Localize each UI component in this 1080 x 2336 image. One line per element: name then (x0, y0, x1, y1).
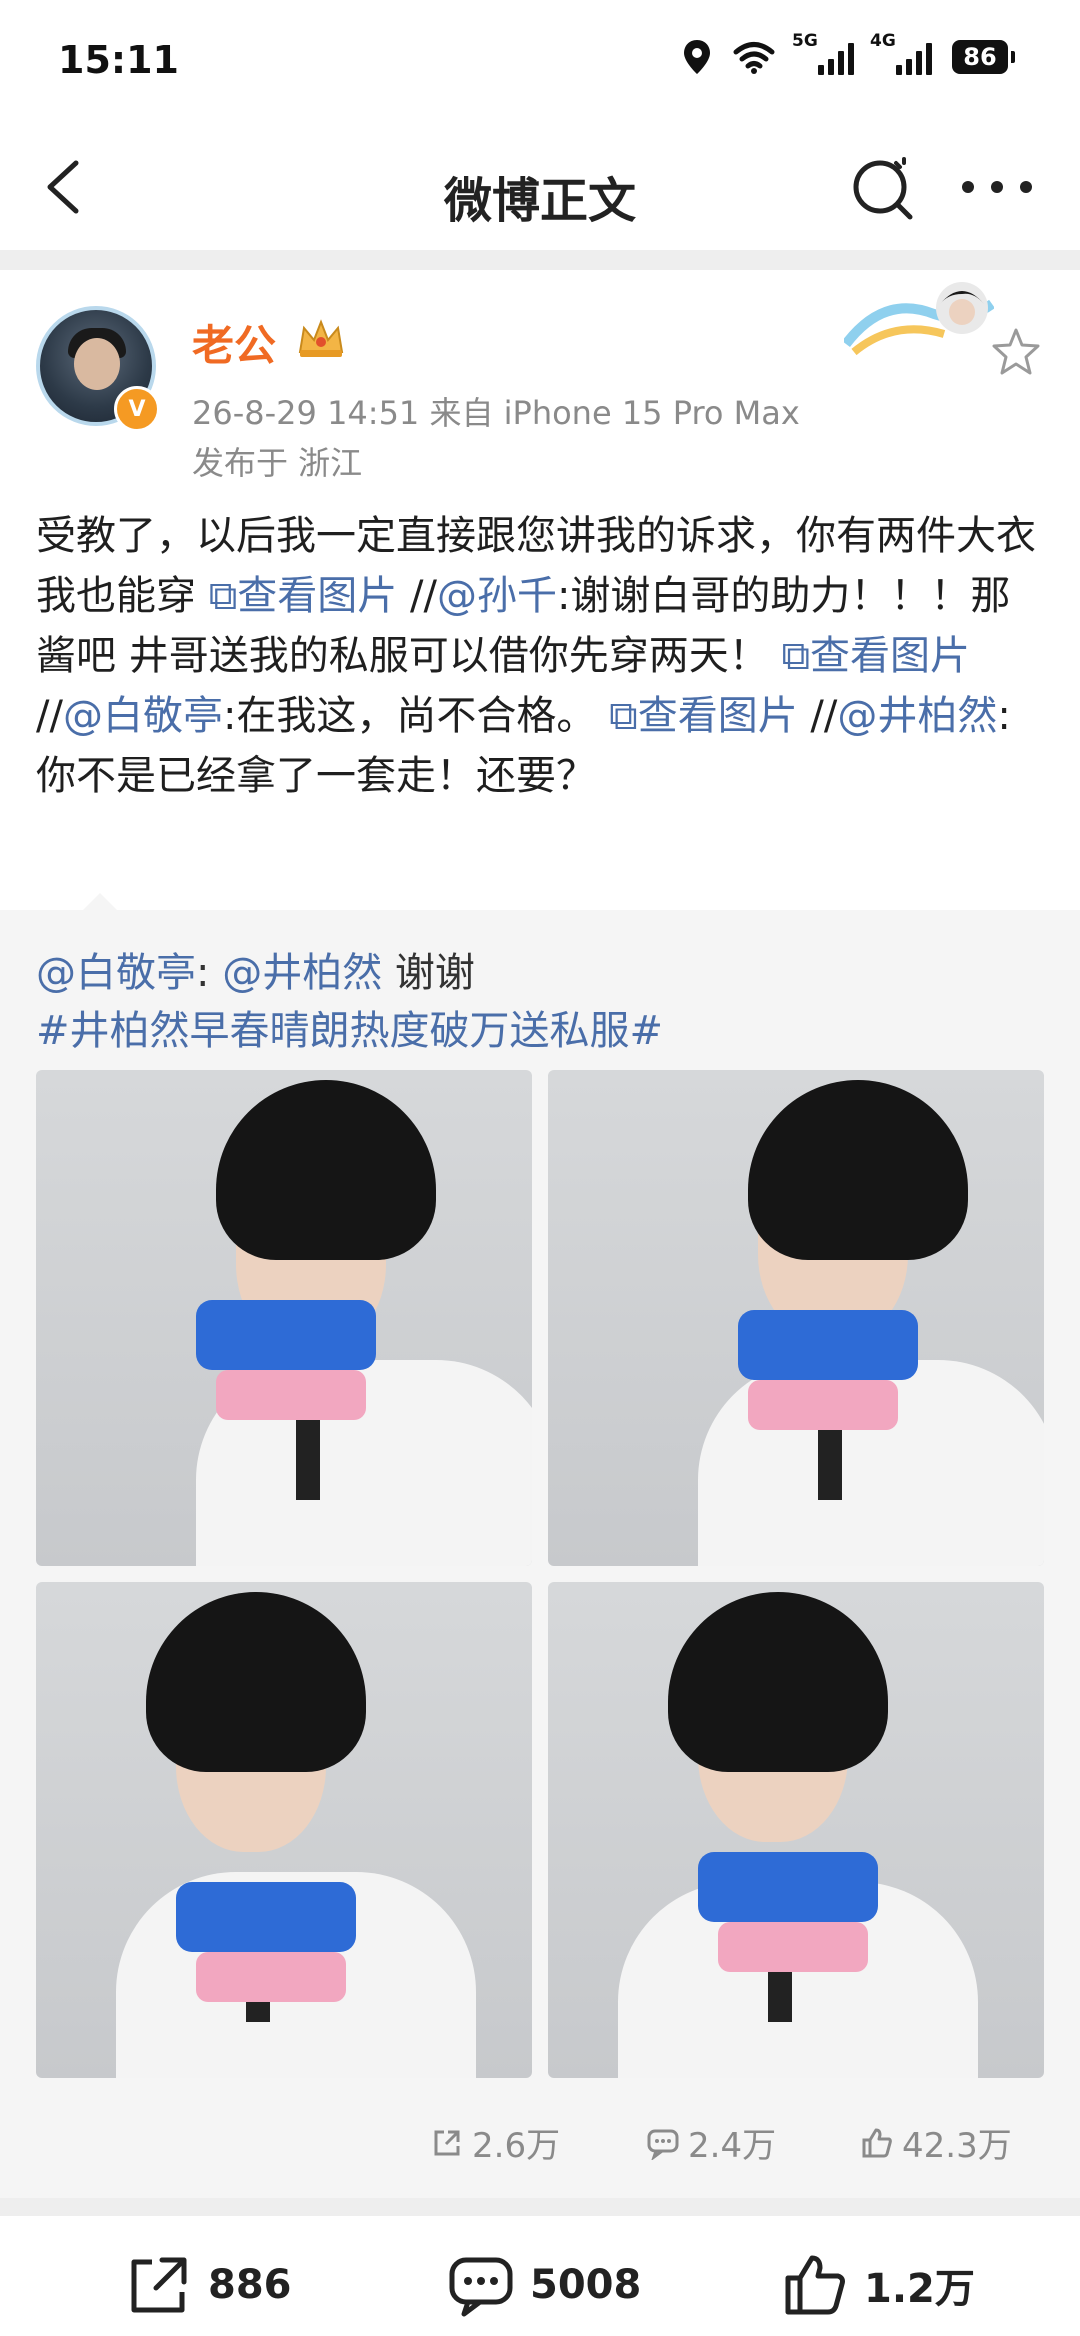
signal-5g-icon: 5G (792, 31, 854, 75)
post-card: V 老公 26-8-29 14:51 来自 iPhone 15 Pro Max … (0, 270, 1080, 910)
text-segment: // (797, 693, 838, 739)
mention-link[interactable]: @井柏然 (837, 693, 997, 739)
mention-link[interactable]: @井柏然 (222, 950, 382, 996)
repost-stat-likes[interactable]: 42.3万 (860, 2118, 1012, 2167)
divider (0, 2198, 1080, 2216)
like-icon (862, 2128, 892, 2157)
favorite-star-icon[interactable] (990, 326, 1042, 378)
view-image-link[interactable]: ⧉查看图片 (609, 693, 798, 739)
view-image-link[interactable]: ⧉查看图片 (209, 573, 398, 619)
mention-link[interactable]: @孙千 (437, 573, 557, 619)
nav-bar: 微博正文 (0, 125, 1080, 250)
signal-4g-label: 4G (870, 31, 896, 51)
photo-4[interactable] (548, 1582, 1044, 2078)
page-title: 微博正文 (443, 173, 636, 229)
likes-count: 42.3万 (902, 2126, 1012, 2166)
repost-body: 谢谢 (382, 950, 475, 996)
comments-count: 2.4万 (688, 2126, 777, 2166)
comment-icon (647, 2129, 679, 2160)
more-icon[interactable] (962, 175, 1032, 199)
signal-5g-label: 5G (792, 31, 818, 51)
photo-2[interactable] (548, 1070, 1044, 1566)
photo-1[interactable] (36, 1070, 532, 1566)
reposts-count: 2.6万 (472, 2126, 561, 2166)
comment-count: 5008 (530, 2262, 642, 2308)
like-icon (785, 2255, 845, 2315)
share-icon (434, 2130, 460, 2155)
status-bar: 15:11 5G 4G 86 (0, 0, 1080, 125)
profile-decoration-icon (844, 282, 994, 356)
repost-author-link[interactable]: @白敬亭 (36, 950, 196, 996)
text-segment: :在我这，尚不合格。 (222, 693, 610, 739)
username[interactable]: 老公 (192, 312, 276, 373)
mention-link[interactable]: @白敬亭 (63, 693, 223, 739)
repost-button[interactable]: 886 (124, 2250, 292, 2320)
status-icons: 5G 4G 86 (682, 31, 1015, 76)
post-location: 发布于 浙江 (192, 444, 363, 482)
repost-stat-comments[interactable]: 2.4万 (646, 2118, 776, 2167)
bottom-action-bar: 886 5008 1.2万 (0, 2216, 1080, 2336)
repost-stat-reposts[interactable]: 2.6万 (430, 2118, 560, 2167)
signal-4g-icon: 4G (870, 31, 932, 75)
status-time: 15:11 (58, 38, 179, 82)
crown-icon (298, 319, 344, 357)
view-image-link[interactable]: ⧉查看图片 (781, 633, 970, 679)
location-icon (684, 40, 710, 74)
battery-icon: 86 (952, 40, 1015, 74)
like-button[interactable]: 1.2万 (780, 2250, 975, 2320)
like-count: 1.2万 (864, 2266, 975, 2312)
search-icon[interactable] (848, 153, 918, 223)
repost-card[interactable]: @白敬亭: @井柏然 谢谢 #井柏然早春晴朗热度破万送私服# 2.6万 2.4万… (0, 893, 1080, 2198)
hashtag-link[interactable]: #井柏然早春晴朗热度破万送私服# (36, 1008, 663, 1054)
wifi-icon (733, 42, 775, 74)
repost-colon: : (196, 950, 223, 996)
text-segment: // (36, 693, 63, 739)
text-segment: // (397, 573, 437, 619)
photo-3[interactable] (36, 1582, 532, 2078)
comment-icon (449, 2257, 513, 2317)
repost-text: @白敬亭: @井柏然 谢谢 #井柏然早春晴朗热度破万送私服# (36, 944, 1046, 1060)
comment-button[interactable]: 5008 (446, 2250, 641, 2320)
post-text: 受教了，以后我一定直接跟您讲我的诉求，你有两件大衣我也能穿 ⧉查看图片 //@孙… (36, 506, 1046, 806)
verified-badge: V (114, 386, 160, 432)
divider (0, 250, 1080, 270)
repost-count: 886 (208, 2262, 292, 2308)
post-meta: 26-8-29 14:51 来自 iPhone 15 Pro Max (192, 394, 800, 432)
share-icon (131, 2257, 187, 2313)
